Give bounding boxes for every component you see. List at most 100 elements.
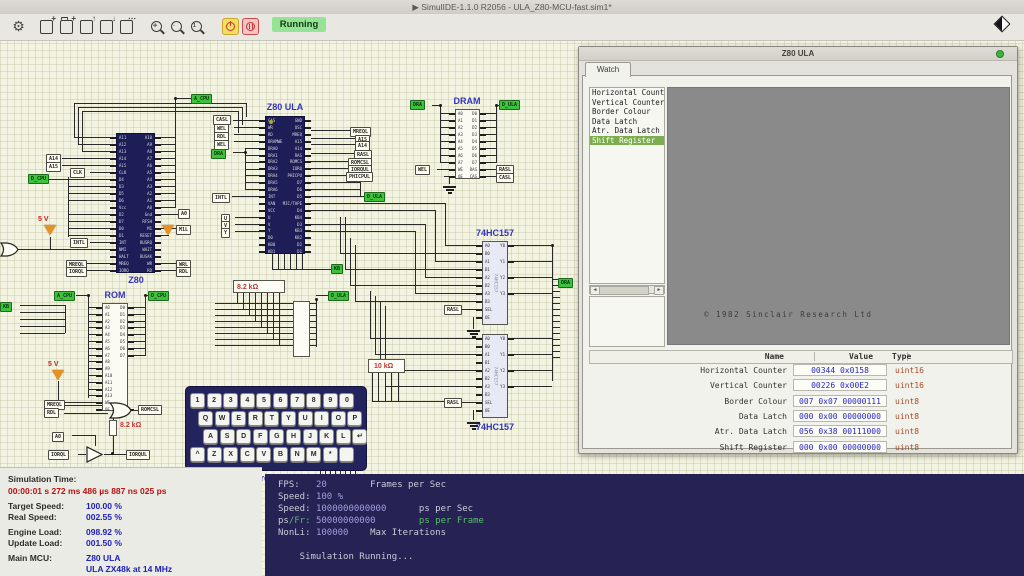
watch-list-item[interactable]: Data Latch <box>590 117 664 127</box>
wire[interactable] <box>245 162 259 163</box>
wire[interactable] <box>68 214 110 215</box>
wire[interactable] <box>232 196 259 197</box>
keyboard-key-R[interactable]: R <box>248 411 263 426</box>
wire[interactable] <box>88 395 96 396</box>
wire[interactable] <box>215 309 293 310</box>
wire[interactable] <box>514 261 552 262</box>
wire[interactable] <box>68 221 110 222</box>
voltage-source[interactable] <box>52 370 64 380</box>
wire[interactable] <box>496 105 497 163</box>
wire[interactable] <box>175 98 176 208</box>
keyboard-key-8[interactable]: 8 <box>306 393 321 408</box>
scroll-right-icon[interactable]: ► <box>654 286 664 295</box>
column-type[interactable]: Type <box>892 352 911 361</box>
wire[interactable] <box>279 293 280 345</box>
wire[interactable] <box>88 321 96 322</box>
keyboard-key-9[interactable]: 9 <box>323 393 338 408</box>
wire[interactable] <box>486 176 496 177</box>
wire[interactable] <box>134 348 145 349</box>
wire[interactable] <box>161 165 175 166</box>
keyboard-key-K[interactable]: K <box>319 429 334 444</box>
keyboard-key-X[interactable]: X <box>223 447 238 462</box>
wire[interactable] <box>20 312 65 313</box>
net-tag-iorqul[interactable]: IORQUL <box>126 450 150 460</box>
wire[interactable] <box>68 193 110 194</box>
watch-list-item[interactable]: Border Colour <box>590 107 664 117</box>
wire[interactable] <box>311 210 435 211</box>
wire[interactable] <box>86 270 110 271</box>
zoom-to-selected-button[interactable]: ▫ <box>168 18 185 35</box>
keyboard-key-T[interactable]: T <box>264 411 279 426</box>
window-detach-icon[interactable] <box>996 50 1004 58</box>
scrollbar-thumb[interactable] <box>599 286 649 295</box>
watch-list-item[interactable]: Vertical Counter <box>590 98 664 108</box>
wire[interactable] <box>175 98 192 99</box>
wire[interactable] <box>215 333 293 334</box>
wire[interactable] <box>88 368 96 369</box>
watch-list[interactable]: Horizontal CountVertical CounterBorder C… <box>589 87 665 284</box>
wire[interactable] <box>48 179 68 180</box>
wire[interactable] <box>161 186 175 187</box>
watch-value[interactable]: 00226 0x00E2 <box>793 379 887 391</box>
keyboard-key-3[interactable]: 3 <box>223 393 238 408</box>
bus-tag-dra[interactable]: DRA <box>211 149 226 159</box>
wire[interactable] <box>215 315 293 316</box>
wire[interactable] <box>462 402 476 403</box>
save-circuit-as-button[interactable]: ↓ <box>98 18 115 35</box>
wire[interactable] <box>249 293 250 315</box>
wire[interactable] <box>161 207 175 208</box>
zx-keyboard[interactable]: 1234567890QWERTYUIOPASDFGHJKL↵^ZXCVBNM* <box>185 386 367 471</box>
watch-value[interactable]: 00344 0x0158 <box>793 364 887 376</box>
wire[interactable] <box>514 245 552 246</box>
bus-tag-a-cpu[interactable]: A_CPU <box>191 94 212 104</box>
wire[interactable] <box>311 203 445 204</box>
wire[interactable] <box>486 148 496 149</box>
wire[interactable] <box>272 254 273 269</box>
bus-tag-a-cpu[interactable]: A_CPU <box>54 291 75 301</box>
resistor-pack[interactable] <box>109 420 117 436</box>
pause-simulation-button[interactable] <box>242 18 259 35</box>
wire[interactable] <box>104 454 126 455</box>
watch-list-item[interactable]: Shift Register <box>590 136 664 146</box>
wire[interactable] <box>161 200 175 201</box>
wire[interactable] <box>425 277 476 278</box>
wire[interactable] <box>234 127 259 128</box>
wire[interactable] <box>552 321 560 322</box>
wire[interactable] <box>90 242 110 243</box>
resistor-pack[interactable] <box>293 301 310 357</box>
simulation-terminal[interactable]: FPS: 20 Frames per SecSpeed: 100 %Speed:… <box>265 474 1024 576</box>
keyboard-key-space[interactable] <box>339 447 354 462</box>
wire[interactable] <box>290 254 291 269</box>
wire[interactable] <box>235 224 259 225</box>
keyboard-key-Y[interactable]: Y <box>281 411 296 426</box>
bus-tag-d-cpu[interactable]: D_CPU <box>28 174 49 184</box>
wire[interactable] <box>234 134 259 135</box>
wire[interactable] <box>161 158 175 159</box>
bus-tag-d-ula[interactable]: D_ULA <box>364 192 385 202</box>
wire[interactable] <box>245 169 259 170</box>
wire[interactable] <box>161 179 175 180</box>
keyboard-key-5[interactable]: 5 <box>256 393 271 408</box>
net-tag-y[interactable]: Y <box>221 228 230 238</box>
save-circuit-button[interactable]: ↑ <box>78 18 95 35</box>
wire[interactable] <box>161 172 175 173</box>
circuit-info-button[interactable]: ⋯ <box>118 18 135 35</box>
wire[interactable] <box>385 373 386 401</box>
chip-z80[interactable]: A11A12A13A14A15CLKD4D3D5D6VccD2D7D0D1INT… <box>116 133 155 273</box>
wire[interactable] <box>355 301 476 302</box>
net-tag-a15[interactable]: A15 <box>46 162 61 172</box>
chip-ula[interactable]: CASWRRDDRAMWEDRA0DRA1DRA2DRA3DRA4DRA5DRA… <box>265 116 305 254</box>
zoom-one-to-one-button[interactable]: 1 <box>188 18 205 35</box>
wire[interactable] <box>378 373 379 401</box>
keyboard-key-F[interactable]: F <box>253 429 268 444</box>
wire[interactable] <box>437 169 449 170</box>
wire[interactable] <box>311 153 354 154</box>
wire[interactable] <box>82 111 238 112</box>
wire[interactable] <box>350 285 476 286</box>
keyboard-key-A[interactable]: A <box>203 429 218 444</box>
wire[interactable] <box>435 261 476 262</box>
wire[interactable] <box>245 155 259 156</box>
net-tag-romcsl[interactable]: ROMCSL <box>138 405 162 415</box>
wire[interactable] <box>88 382 96 383</box>
wire[interactable] <box>161 235 169 236</box>
